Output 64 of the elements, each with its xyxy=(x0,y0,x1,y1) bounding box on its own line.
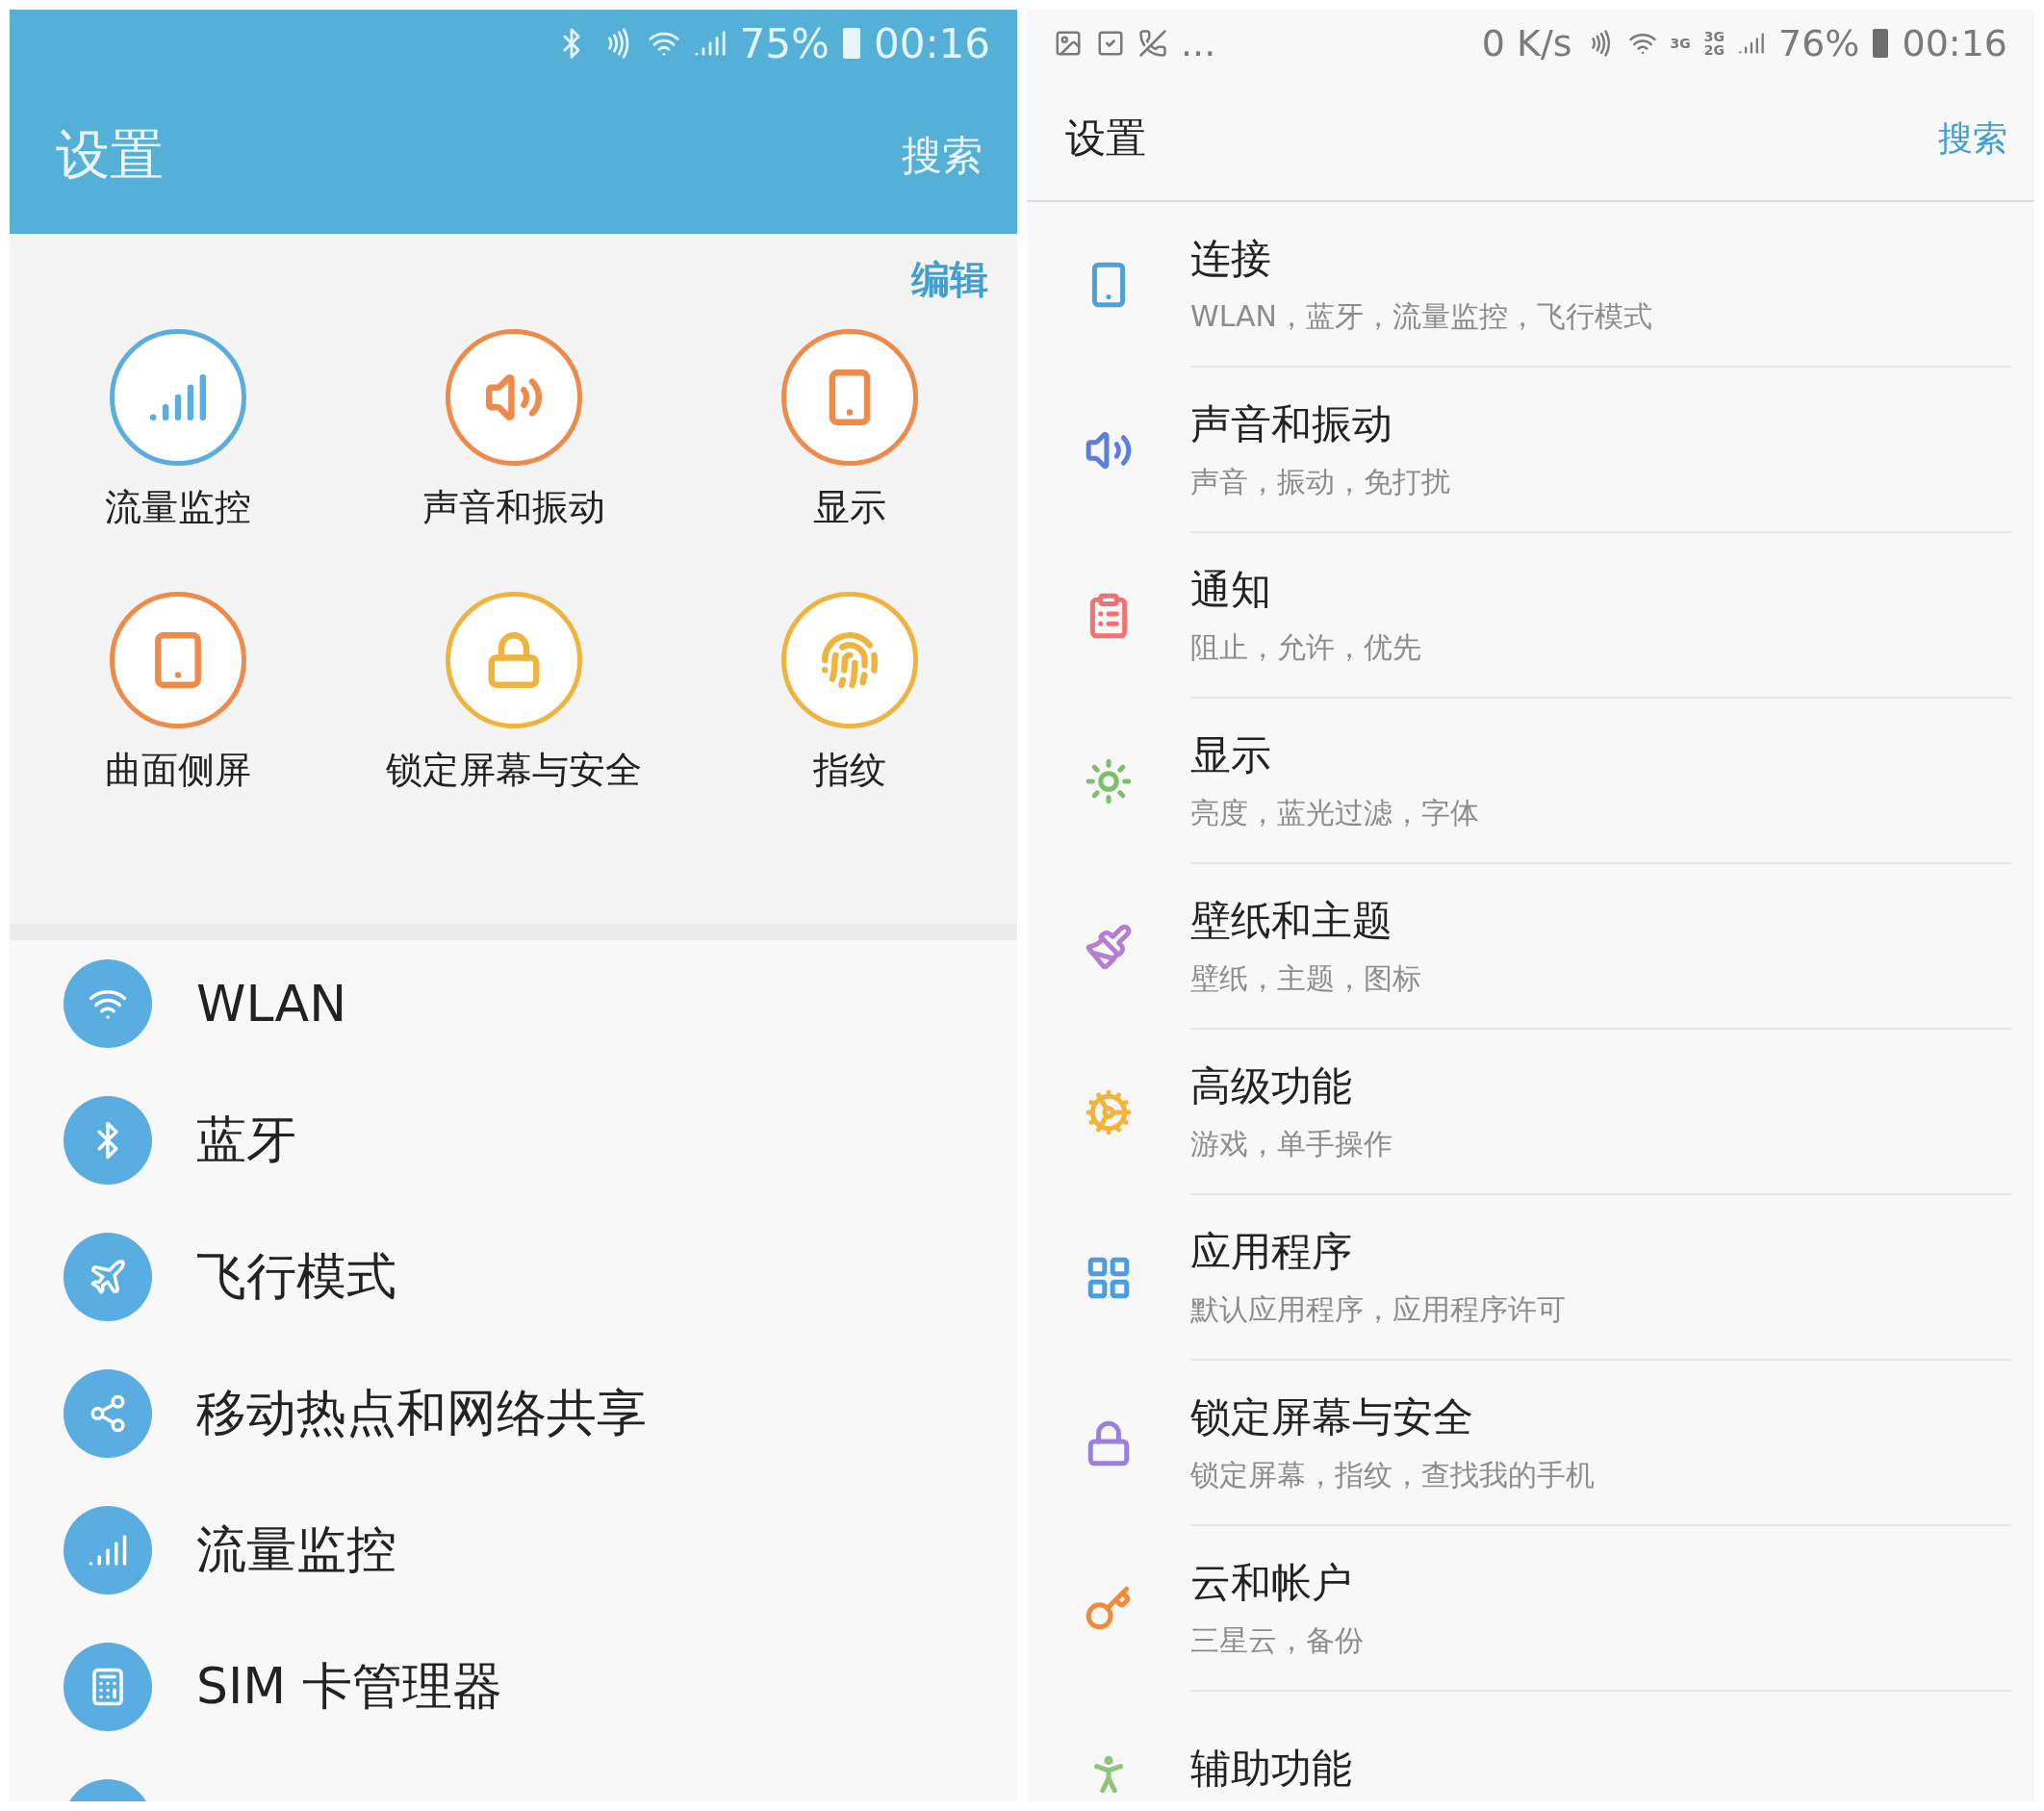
settings-row[interactable]: WLAN xyxy=(64,959,1017,1048)
item-subtitle: 默认应用程序，应用程序许可 xyxy=(1190,1290,1567,1328)
item-title: 云和帐户 xyxy=(1190,1557,1353,1608)
settings-item[interactable]: 壁纸和主题 壁纸，主题，图标 xyxy=(1027,864,2034,1030)
network-type: 3G xyxy=(1703,30,1725,43)
item-title: 高级功能 xyxy=(1190,1060,1353,1111)
row-label: WLAN xyxy=(196,975,347,1033)
item-title: 显示 xyxy=(1190,729,1272,780)
item-title: 应用程序 xyxy=(1190,1226,1353,1277)
fingerprint-icon xyxy=(819,630,880,690)
row-label: SIM 卡管理器 xyxy=(196,1656,502,1717)
item-title: 声音和振动 xyxy=(1190,398,1393,449)
item-subtitle: 亮度，蓝光过滤，字体 xyxy=(1190,794,1480,831)
item-title: 通知 xyxy=(1190,564,1272,615)
settings-item[interactable]: 声音和振动 声音，振动，免打扰 xyxy=(1027,368,2034,533)
battery-icon xyxy=(842,28,860,59)
item-title: 锁定屏幕与安全 xyxy=(1190,1391,1474,1442)
shortcut-label: 流量监控 xyxy=(104,485,251,530)
item-subtitle: 壁纸，主题，图标 xyxy=(1190,959,1422,997)
page-title: 设置 xyxy=(56,121,164,188)
checklist-icon xyxy=(1096,29,1125,58)
item-subtitle: 锁定屏幕，指纹，查找我的手机 xyxy=(1190,1456,1596,1493)
settings-item[interactable]: 云和帐户 三星云，备份 xyxy=(1027,1526,2034,1692)
item-subtitle: 游戏，单手操作 xyxy=(1190,1125,1393,1162)
item-subtitle: WLAN，蓝牙，流量监控，飞行模式 xyxy=(1190,297,1654,335)
settings-row[interactable]: 飞行模式 xyxy=(64,1233,1017,1321)
settings-row[interactable]: 移动热点和网络共享 xyxy=(64,1369,1017,1458)
settings-item[interactable]: 高级功能 游戏，单手操作 xyxy=(1027,1030,2034,1195)
shortcut-label: 声音和振动 xyxy=(422,485,605,530)
image-icon xyxy=(1054,29,1083,58)
settings-item[interactable]: 辅助功能 xyxy=(1027,1692,2034,1801)
settings-item[interactable]: 锁定屏幕与安全 锁定屏幕，指纹，查找我的手机 xyxy=(1027,1361,2034,1526)
page-title: 设置 xyxy=(1065,114,1146,164)
row-label: 流量监控 xyxy=(196,1519,396,1580)
network-speed: 0 K/s xyxy=(1481,22,1572,64)
more-indicator: ... xyxy=(1181,22,1216,64)
settings-row[interactable]: 流量监控 xyxy=(64,1506,1017,1594)
row-label: 移动热点和网络共享 xyxy=(196,1383,647,1443)
row-label: 蓝牙 xyxy=(196,1110,296,1170)
phone-off-icon xyxy=(1138,29,1167,58)
clock: 00:16 xyxy=(1902,22,2007,64)
settings-item[interactable]: 通知 阻止，允许，优先 xyxy=(1027,533,2034,699)
battery-icon xyxy=(1873,29,1889,58)
item-title: 辅助功能 xyxy=(1190,1744,1353,1794)
row-label: 飞行模式 xyxy=(196,1246,396,1307)
settings-item[interactable]: 显示 亮度，蓝光过滤，字体 xyxy=(1027,699,2034,864)
settings-item[interactable]: 应用程序 默认应用程序，应用程序许可 xyxy=(1027,1195,2034,1361)
item-title: 壁纸和主题 xyxy=(1190,895,1393,946)
shortcut-label: 曲面侧屏 xyxy=(104,748,251,793)
settings-row[interactable]: SIM 卡管理器 xyxy=(64,1643,1017,1731)
battery-percent: 75% xyxy=(739,19,830,67)
battery-percent: 76% xyxy=(1778,22,1860,64)
shortcut-label: 显示 xyxy=(812,485,886,530)
clock: 00:16 xyxy=(873,19,990,67)
settings-row[interactable]: 蓝牙 xyxy=(64,1096,1017,1185)
network-type: 3G xyxy=(1670,37,1691,50)
item-subtitle: 声音，振动，免打扰 xyxy=(1190,463,1451,500)
item-title: 连接 xyxy=(1190,233,1272,284)
shortcut-label: 指纹 xyxy=(812,748,886,793)
settings-item[interactable]: 连接 WLAN，蓝牙，流量监控，飞行模式 xyxy=(1027,202,2034,368)
item-subtitle: 三星云，备份 xyxy=(1190,1621,1365,1659)
item-subtitle: 阻止，允许，优先 xyxy=(1190,628,1422,666)
shortcut-label: 锁定屏幕与安全 xyxy=(385,748,642,793)
network-type: 2G xyxy=(1703,43,1725,57)
